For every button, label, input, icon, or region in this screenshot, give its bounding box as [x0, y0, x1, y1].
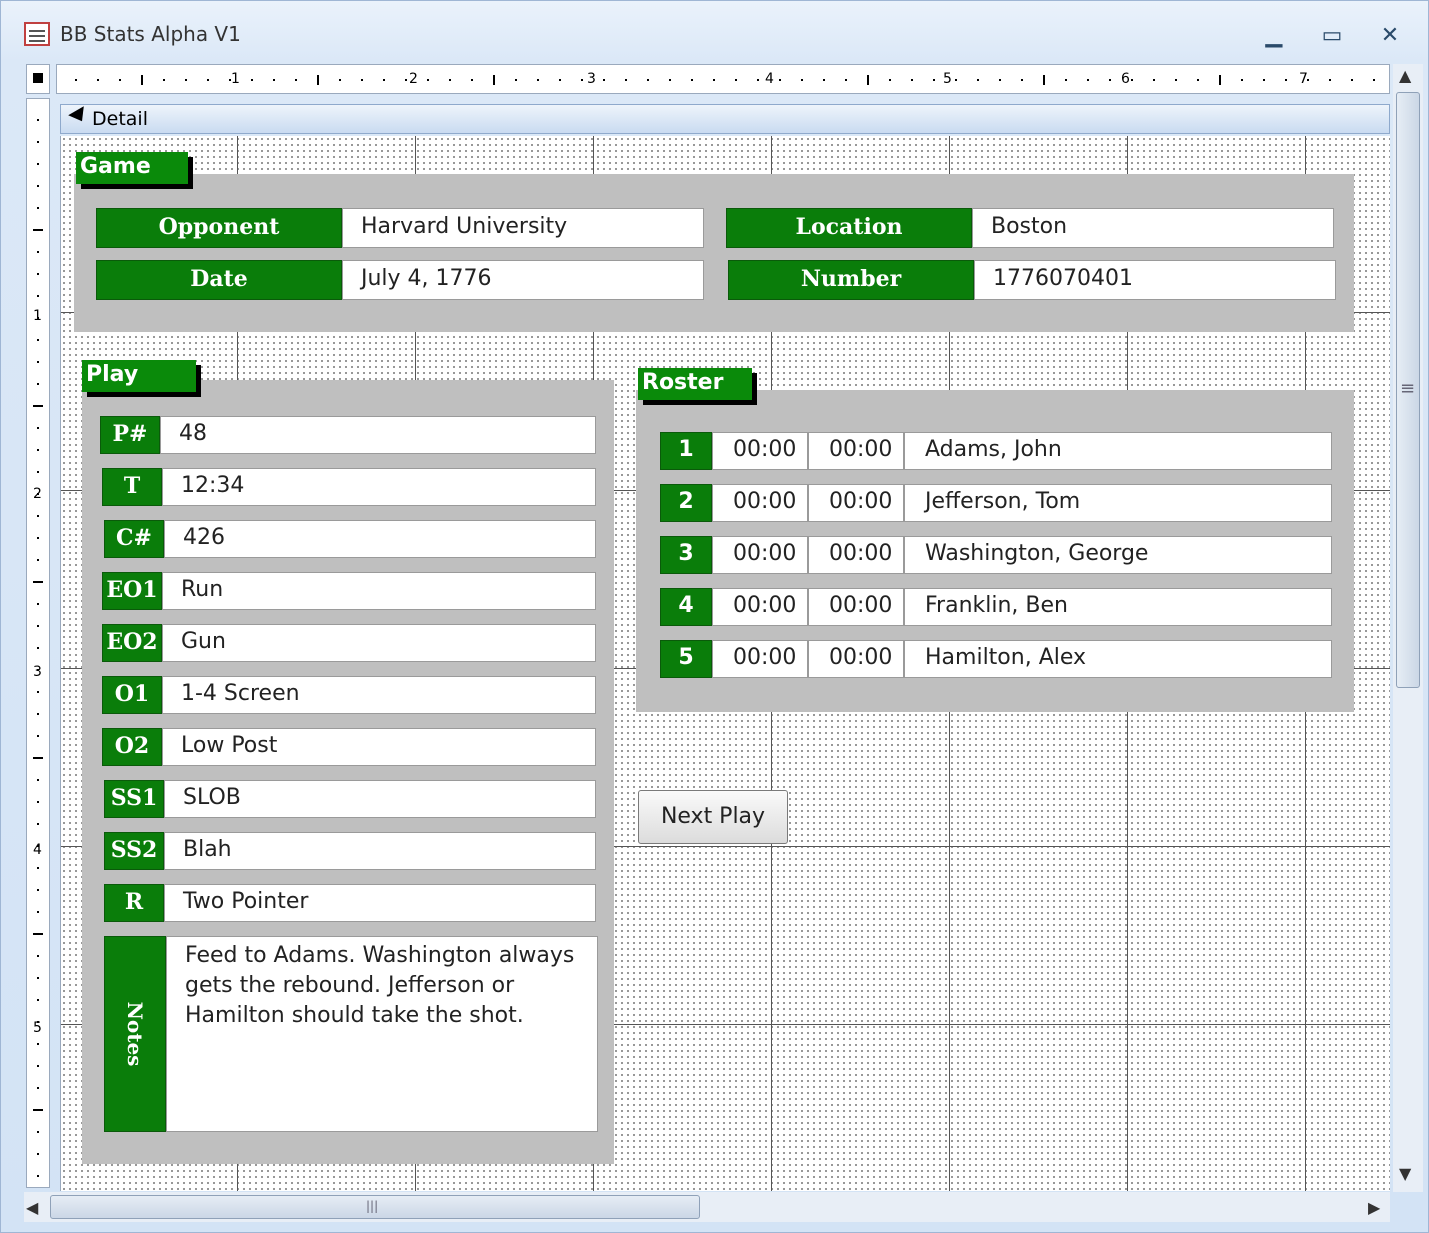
notes-label-box: Notes: [104, 936, 166, 1132]
play-field-input[interactable]: 1-4 Screen: [162, 676, 596, 714]
play-field-input[interactable]: 48: [160, 416, 596, 454]
play-field-label: SS2: [104, 832, 164, 870]
ruler-number: 5: [943, 71, 952, 87]
roster-player-name[interactable]: Franklin, Ben: [904, 588, 1332, 626]
close-button[interactable]: ✕: [1370, 20, 1410, 52]
window-title: BB Stats Alpha V1: [60, 22, 241, 46]
roster-number: 5: [660, 640, 712, 678]
ruler-number: 2: [409, 71, 418, 87]
opponent-field[interactable]: Harvard University: [342, 208, 704, 248]
play-field-input[interactable]: Blah: [164, 832, 596, 870]
minimize-button[interactable]: ▁: [1254, 20, 1294, 52]
date-label: Date: [96, 260, 342, 300]
notes-label: Notes: [123, 1001, 147, 1067]
roster-player-name[interactable]: Washington, George: [904, 536, 1332, 574]
ruler-number: 4: [765, 71, 774, 87]
form-app-icon[interactable]: [24, 22, 50, 46]
roster-player-name[interactable]: Hamilton, Alex: [904, 640, 1332, 678]
ruler-number: 3: [587, 71, 596, 87]
roster-player-name[interactable]: Adams, John: [904, 432, 1332, 470]
play-field-input[interactable]: 426: [164, 520, 596, 558]
roster-number: 4: [660, 588, 712, 626]
play-field-label: O2: [102, 728, 162, 766]
roster-time-in[interactable]: 00:00: [712, 640, 808, 678]
location-field[interactable]: Boston: [972, 208, 1334, 248]
game-tab-label: Game: [76, 152, 188, 184]
roster-player-name[interactable]: Jefferson, Tom: [904, 484, 1332, 522]
ruler-number: 6: [1121, 71, 1130, 87]
roster-time-in[interactable]: 00:00: [712, 588, 808, 626]
play-field-input[interactable]: Low Post: [162, 728, 596, 766]
number-label: Number: [728, 260, 974, 300]
form-selector[interactable]: [26, 64, 50, 94]
ruler-number: 1: [33, 308, 42, 324]
roster-number: 3: [660, 536, 712, 574]
play-field-input[interactable]: Two Pointer: [164, 884, 596, 922]
scroll-down-icon[interactable]: ▼: [1399, 1164, 1411, 1183]
horizontal-ruler: 1 2 3 4 5 6 7: [56, 64, 1390, 94]
next-play-button[interactable]: Next Play: [638, 790, 788, 844]
roster-number: 1: [660, 432, 712, 470]
play-field-label: EO2: [102, 624, 162, 662]
roster-time-in[interactable]: 00:00: [712, 432, 808, 470]
scroll-right-icon[interactable]: ▶: [1368, 1198, 1380, 1217]
roster-time-out[interactable]: 00:00: [808, 536, 904, 574]
opponent-label: Opponent: [96, 208, 342, 248]
roster-time-out[interactable]: 00:00: [808, 484, 904, 522]
play-field-label: C#: [104, 520, 164, 558]
play-field-label: SS1: [104, 780, 164, 818]
roster-number: 2: [660, 484, 712, 522]
roster-time-in[interactable]: 00:00: [712, 484, 808, 522]
grip-icon: ≡: [1400, 378, 1416, 399]
date-field[interactable]: July 4, 1776: [342, 260, 704, 300]
scroll-up-icon[interactable]: ▲: [1399, 66, 1411, 85]
scroll-left-icon[interactable]: ◀: [26, 1198, 38, 1217]
notes-field[interactable]: Feed to Adams. Washington always gets th…: [166, 936, 598, 1132]
location-label: Location: [726, 208, 972, 248]
ruler-number: 2: [33, 486, 42, 502]
play-field-label: R: [104, 884, 164, 922]
detail-section-bar[interactable]: [60, 104, 1390, 134]
ruler-number: 5: [33, 1020, 42, 1036]
play-field-label: P#: [100, 416, 160, 454]
play-field-label: T: [102, 468, 162, 506]
section-label: Detail: [92, 108, 148, 130]
ruler-number: 7: [1299, 71, 1308, 87]
number-field[interactable]: 1776070401: [974, 260, 1336, 300]
play-field-label: O1: [102, 676, 162, 714]
ruler-number: 4: [33, 842, 42, 858]
roster-time-out[interactable]: 00:00: [808, 588, 904, 626]
hgrip-icon: |||: [366, 1199, 379, 1213]
roster-time-out[interactable]: 00:00: [808, 640, 904, 678]
ruler-number: 1: [231, 71, 240, 87]
maximize-button[interactable]: ▭: [1312, 20, 1352, 52]
ruler-number: 3: [33, 664, 42, 680]
play-field-input[interactable]: 12:34: [162, 468, 596, 506]
play-tab-label: Play: [82, 360, 196, 392]
play-field-input[interactable]: SLOB: [164, 780, 596, 818]
play-field-input[interactable]: Gun: [162, 624, 596, 662]
play-field-input[interactable]: Run: [162, 572, 596, 610]
roster-tab-label: Roster: [638, 368, 752, 400]
roster-time-out[interactable]: 00:00: [808, 432, 904, 470]
vertical-ruler: 1 2 3 4 5: [26, 98, 50, 1188]
play-field-label: EO1: [102, 572, 162, 610]
roster-time-in[interactable]: 00:00: [712, 536, 808, 574]
game-panel: [74, 174, 1354, 332]
